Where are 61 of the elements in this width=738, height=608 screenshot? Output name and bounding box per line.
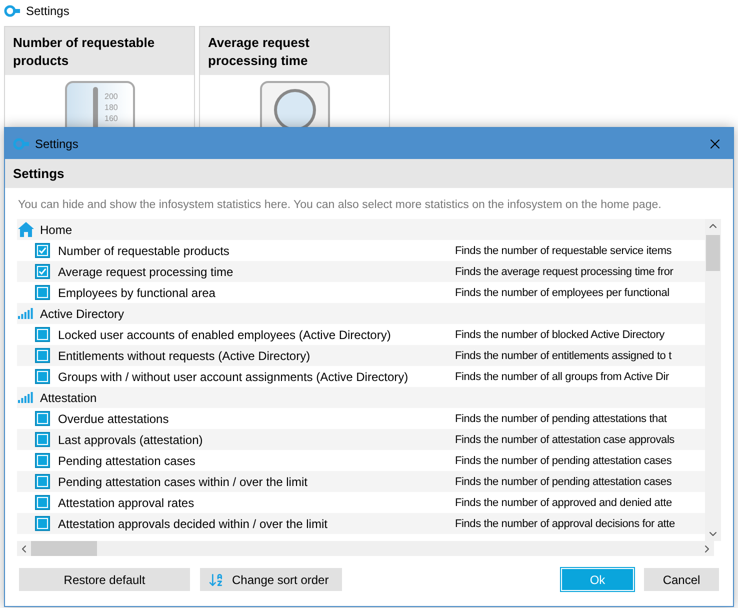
group-label: Attestation: [40, 390, 97, 407]
checkbox[interactable]: [35, 474, 50, 490]
statistic-description: Finds the number of pending attestations that: [455, 412, 667, 426]
dialog-button[interactable]: Restore default: [19, 568, 190, 592]
statistic-description: Finds the number of pending attestation cases: [455, 454, 672, 468]
checkbox[interactable]: [35, 495, 50, 510]
statistic-description: Finds the number of blocked Active Directory: [455, 328, 664, 342]
sort-order-button[interactable]: Change sort order: [200, 568, 342, 592]
statistic-label: Pending attestation cases within / over the limit: [58, 474, 308, 491]
tile-title: Number of requestable products: [5, 27, 194, 75]
statistic-description: Finds the number of requestable service items: [455, 244, 672, 258]
statistic-label: Overdue attestations: [58, 410, 169, 428]
group-label: Home: [40, 222, 72, 239]
checkbox[interactable]: [35, 453, 50, 468]
statistic-label: Average request processing time: [58, 264, 234, 281]
statistic-description: Finds the average request processing time fror: [455, 264, 674, 280]
horizontal-scrollbar[interactable]: [17, 541, 714, 556]
scrollbar-thumb[interactable]: [706, 235, 720, 272]
scale-label: 180: [104, 102, 118, 113]
dialog-title: Settings: [35, 136, 80, 152]
group-label: Active Directory: [40, 306, 124, 323]
statistic-label: Groups with / without user account assignments (Active Directory): [58, 368, 408, 386]
home-icon: [18, 222, 34, 238]
checkbox[interactable]: [35, 432, 50, 448]
dialog-button[interactable]: Cancel: [644, 568, 719, 592]
checkmark-icon: [38, 267, 47, 276]
signal-bars-icon: [18, 392, 34, 404]
dialog-description: You can hide and show the infosystem statistics here. You can also select more statistics on the infosystem on the home page.: [17, 198, 662, 213]
checkmark-icon: [38, 246, 47, 256]
checkbox[interactable]: [35, 516, 50, 532]
statistic-label: Attestation approval rates: [58, 494, 194, 512]
checkbox[interactable]: [35, 243, 50, 258]
statistic-label: Pending attestation cases: [58, 452, 196, 470]
sort-az-icon: [208, 572, 224, 588]
checkbox[interactable]: [35, 264, 50, 280]
dialog-heading: Settings: [5, 159, 733, 188]
scale-label: 200: [104, 91, 118, 102]
statistic-description: Finds the number of all groups from Active Dir: [455, 370, 669, 384]
statistic-label: Attestation approvals decided within / over the limit: [58, 516, 328, 533]
checkbox[interactable]: [35, 411, 50, 426]
statistic-description: Finds the number of entitlements assigned to t: [455, 348, 672, 364]
statistic-label: Locked user accounts of enabled employees (Active Directory): [58, 326, 391, 344]
checkbox[interactable]: [35, 348, 50, 364]
scrollbar-thumb[interactable]: [31, 541, 97, 556]
statistic-label: Entitlements without requests (Active Directory): [58, 348, 310, 365]
statistic-label: Number of requestable products: [58, 242, 230, 260]
window-title: Settings: [26, 3, 70, 20]
checkbox[interactable]: [35, 285, 50, 300]
checkbox[interactable]: [35, 327, 50, 342]
statistic-label: Employees by functional area: [58, 284, 216, 302]
statistic-description: Finds the number of pending attestation cases: [455, 474, 672, 490]
vertical-scrollbar[interactable]: [705, 219, 721, 542]
statistic-description: Finds the number of approved and denied atte: [455, 496, 672, 510]
statistic-description: Finds the number of approval decisions for atte: [455, 516, 675, 532]
scale-label: 160: [104, 113, 118, 124]
signal-bars-icon: [18, 308, 34, 320]
statistic-label: Last approvals (attestation): [58, 432, 203, 449]
checkbox[interactable]: [35, 369, 50, 384]
tile-title: Average request processing time: [200, 27, 389, 75]
statistic-description: Finds the number of employees per functional: [455, 286, 670, 300]
statistic-description: Finds the number of attestation case approvals: [455, 432, 674, 448]
